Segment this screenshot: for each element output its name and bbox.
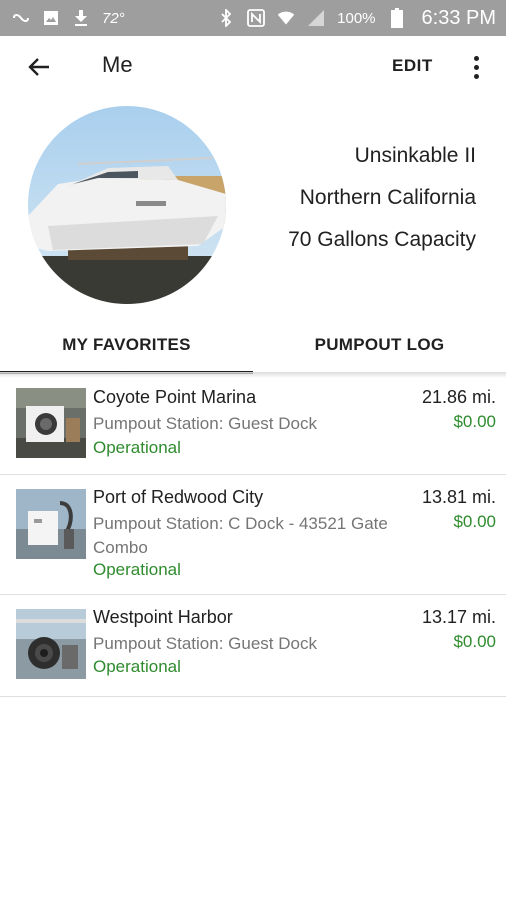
station-status: Operational bbox=[93, 657, 181, 676]
station-subtitle: Pumpout Station: Guest Dock bbox=[93, 634, 317, 653]
arrow-back-icon bbox=[28, 58, 49, 76]
boat-avatar[interactable] bbox=[28, 106, 226, 304]
back-button[interactable] bbox=[24, 52, 54, 82]
download-icon bbox=[72, 9, 90, 27]
page-title: Me bbox=[102, 52, 133, 77]
boat-capacity: 70 Gallons Capacity bbox=[288, 228, 476, 251]
station-name: Westpoint Harbor bbox=[93, 607, 233, 627]
status-bar-right: 100% 6:33 PM bbox=[217, 7, 496, 30]
station-distance: 21.86 mi. bbox=[421, 387, 496, 407]
more-vert-icon bbox=[473, 55, 479, 61]
station-name: Coyote Point Marina bbox=[93, 387, 257, 407]
boat-region: Northern California bbox=[299, 186, 476, 209]
status-bar-left: 72° bbox=[12, 9, 125, 27]
link-icon bbox=[12, 9, 30, 27]
station-name: Port of Redwood City bbox=[93, 487, 264, 507]
station-thumbnail bbox=[16, 489, 86, 559]
boat-info: Unsinkable II Northern California 70 Gal… bbox=[288, 142, 476, 268]
station-distance: 13.81 mi. bbox=[421, 487, 496, 507]
station-thumbnail bbox=[16, 609, 86, 679]
station-status: Operational bbox=[93, 560, 181, 579]
temperature-text: 72° bbox=[102, 9, 125, 27]
station-status: Operational bbox=[93, 438, 181, 457]
boat-name: Unsinkable II bbox=[354, 144, 476, 167]
clock-text: 6:33 PM bbox=[421, 6, 496, 29]
station-distance: 13.17 mi. bbox=[421, 607, 496, 627]
list-item[interactable]: Westpoint Harbor Pumpout Station: Guest … bbox=[0, 595, 506, 697]
signal-icon bbox=[307, 9, 325, 27]
tab-my-favorites[interactable]: MY FAVORITES bbox=[0, 322, 253, 374]
more-options-button[interactable] bbox=[464, 52, 488, 82]
nfc-icon bbox=[247, 9, 266, 27]
station-thumbnail bbox=[16, 388, 86, 458]
station-price: $0.00 bbox=[453, 512, 496, 531]
station-price: $0.00 bbox=[453, 412, 496, 431]
station-subtitle: Pumpout Station: C Dock - 43521 Gate Com… bbox=[93, 514, 388, 557]
bluetooth-icon bbox=[217, 9, 235, 27]
list-item[interactable]: Coyote Point Marina Pumpout Station: Gue… bbox=[0, 378, 506, 475]
battery-text: 100% bbox=[337, 9, 376, 27]
image-icon bbox=[42, 9, 60, 27]
tab-pumpout-log[interactable]: PUMPOUT LOG bbox=[253, 322, 506, 372]
list-item[interactable]: Port of Redwood City Pumpout Station: C … bbox=[0, 475, 506, 595]
edit-button[interactable]: EDIT bbox=[392, 56, 433, 76]
wifi-icon bbox=[277, 9, 295, 27]
station-price: $0.00 bbox=[453, 632, 496, 651]
battery-icon bbox=[388, 8, 406, 28]
app-bar: Me EDIT bbox=[0, 36, 506, 94]
tab-bar: MY FAVORITES PUMPOUT LOG bbox=[0, 322, 506, 374]
station-subtitle: Pumpout Station: Guest Dock bbox=[93, 414, 317, 433]
favorites-list: Coyote Point Marina Pumpout Station: Gue… bbox=[0, 378, 506, 697]
status-bar: 72° 100% 6:33 PM bbox=[0, 0, 506, 36]
